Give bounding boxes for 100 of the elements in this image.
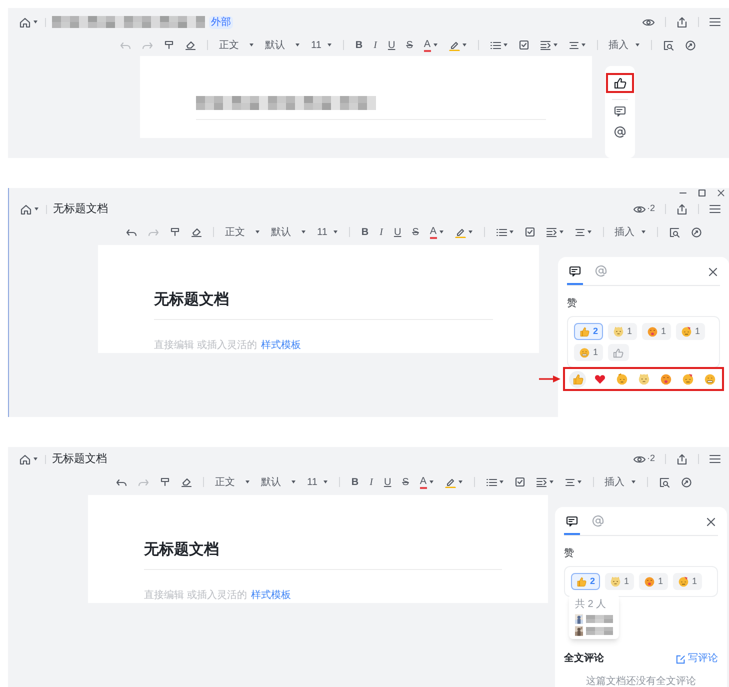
reaction-chip[interactable]: 2	[571, 573, 600, 590]
reaction-chip[interactable]: 1	[574, 344, 604, 361]
strikethrough-button[interactable]: S	[402, 474, 409, 490]
document-heading[interactable]: 无标题文档	[154, 290, 493, 310]
reaction-chip[interactable]: 2	[574, 323, 604, 340]
grimace-emoji-icon	[579, 347, 590, 358]
highlight-color-button[interactable]	[444, 476, 463, 488]
find-icon[interactable]	[658, 476, 670, 488]
strikethrough-button[interactable]: S	[412, 224, 419, 240]
list-button[interactable]	[490, 40, 508, 50]
reaction-chip[interactable]: 1	[642, 323, 672, 340]
undo-icon[interactable]	[116, 478, 127, 486]
font-color-button[interactable]: A	[420, 476, 434, 488]
text-style-dropdown[interactable]: 正文	[219, 38, 254, 52]
undo-icon[interactable]	[126, 228, 137, 236]
share-icon[interactable]	[676, 16, 688, 28]
comment-icon[interactable]	[614, 106, 626, 117]
mention-icon[interactable]	[614, 126, 626, 138]
italic-button[interactable]: I	[374, 38, 377, 52]
indent-button[interactable]	[536, 477, 554, 487]
checkbox-icon[interactable]	[514, 477, 525, 487]
checkbox-icon[interactable]	[518, 40, 529, 50]
insert-dropdown[interactable]: 插入	[614, 224, 646, 240]
align-button[interactable]	[564, 478, 582, 486]
reaction-chip[interactable]: 1	[608, 323, 638, 340]
home-menu-button[interactable]	[18, 16, 39, 28]
font-size-dropdown[interactable]: 11	[307, 474, 328, 490]
paint-roller-icon[interactable]	[160, 477, 170, 487]
comments-tab[interactable]	[567, 266, 583, 284]
compass-icon[interactable]	[684, 40, 696, 50]
empty-comments-text: 这篇文档还没有全文评论	[585, 674, 697, 687]
indent-button[interactable]	[540, 40, 558, 50]
bold-button[interactable]: B	[355, 38, 363, 52]
caret-icon	[245, 480, 250, 484]
align-icon	[574, 228, 585, 236]
list-button[interactable]	[496, 228, 514, 236]
close-icon[interactable]	[708, 267, 718, 277]
highlight-color-button[interactable]	[448, 40, 467, 50]
document-title[interactable]: 无标题文档	[52, 450, 107, 468]
font-size-dropdown[interactable]: 11	[317, 224, 338, 240]
viewers-button[interactable]: ·2	[632, 202, 655, 216]
find-icon[interactable]	[668, 226, 680, 238]
party-emoji-icon	[678, 576, 690, 587]
underline-button[interactable]: U	[388, 38, 396, 52]
compass-icon[interactable]	[680, 476, 692, 488]
home-menu-button[interactable]	[18, 454, 39, 464]
reaction-chip[interactable]: 1	[639, 573, 668, 590]
close-icon[interactable]	[717, 189, 725, 197]
caret-icon	[548, 480, 554, 484]
underline-button[interactable]: U	[384, 474, 392, 490]
highlight-color-button[interactable]	[454, 226, 473, 238]
checkbox-icon[interactable]	[524, 227, 535, 237]
share-icon[interactable]	[676, 453, 688, 465]
list-button[interactable]	[486, 478, 504, 486]
paint-roller-icon[interactable]	[170, 227, 180, 237]
indent-button[interactable]	[546, 227, 564, 237]
template-link[interactable]: 样式模板	[260, 338, 301, 353]
underline-button[interactable]: U	[394, 224, 402, 240]
share-icon[interactable]	[676, 203, 688, 215]
bold-button[interactable]: B	[361, 224, 369, 240]
reaction-chip[interactable]: 1	[676, 323, 706, 340]
template-link[interactable]: 样式模板	[250, 588, 291, 603]
font-size-dropdown[interactable]: 11	[311, 38, 332, 52]
eraser-icon[interactable]	[181, 477, 192, 487]
align-button[interactable]	[568, 40, 586, 50]
like-button[interactable]	[606, 73, 634, 93]
reaction-chip[interactable]: 1	[605, 573, 634, 590]
insert-dropdown[interactable]: 插入	[608, 38, 640, 52]
font-dropdown[interactable]: 默认	[261, 474, 296, 490]
caret-icon	[498, 480, 504, 484]
font-dropdown[interactable]: 默认	[265, 38, 300, 52]
font-color-button[interactable]: A	[430, 226, 444, 238]
maximize-icon[interactable]	[698, 189, 706, 197]
close-icon[interactable]	[706, 517, 716, 527]
viewers-button[interactable]	[642, 18, 655, 26]
viewers-button[interactable]: ·2	[632, 452, 655, 466]
document-heading[interactable]: 无标题文档	[144, 540, 502, 560]
write-comment-link[interactable]: 写评论	[676, 651, 718, 666]
find-icon[interactable]	[662, 40, 674, 50]
text-style-dropdown[interactable]: 正文	[215, 474, 250, 490]
menu-icon[interactable]	[709, 204, 721, 214]
text-style-dropdown[interactable]: 正文	[225, 224, 260, 240]
compass-icon[interactable]	[690, 226, 702, 238]
home-menu-button[interactable]	[19, 204, 40, 214]
bold-button[interactable]: B	[351, 474, 359, 490]
font-color-button[interactable]: A	[424, 38, 438, 52]
align-button[interactable]	[574, 228, 592, 236]
strikethrough-button[interactable]: S	[406, 38, 413, 52]
italic-button[interactable]: I	[380, 224, 383, 240]
comments-tab[interactable]	[564, 516, 580, 534]
menu-icon[interactable]	[709, 454, 721, 464]
reaction-chip[interactable]: 1	[673, 573, 702, 590]
font-dropdown[interactable]: 默认	[271, 224, 306, 240]
menu-icon[interactable]	[709, 17, 721, 27]
eraser-icon[interactable]	[185, 40, 196, 50]
paint-roller-icon[interactable]	[164, 40, 174, 50]
insert-dropdown[interactable]: 插入	[604, 474, 636, 490]
eraser-icon[interactable]	[191, 227, 202, 237]
italic-button[interactable]: I	[370, 474, 373, 490]
document-title[interactable]: 无标题文档	[53, 200, 108, 218]
